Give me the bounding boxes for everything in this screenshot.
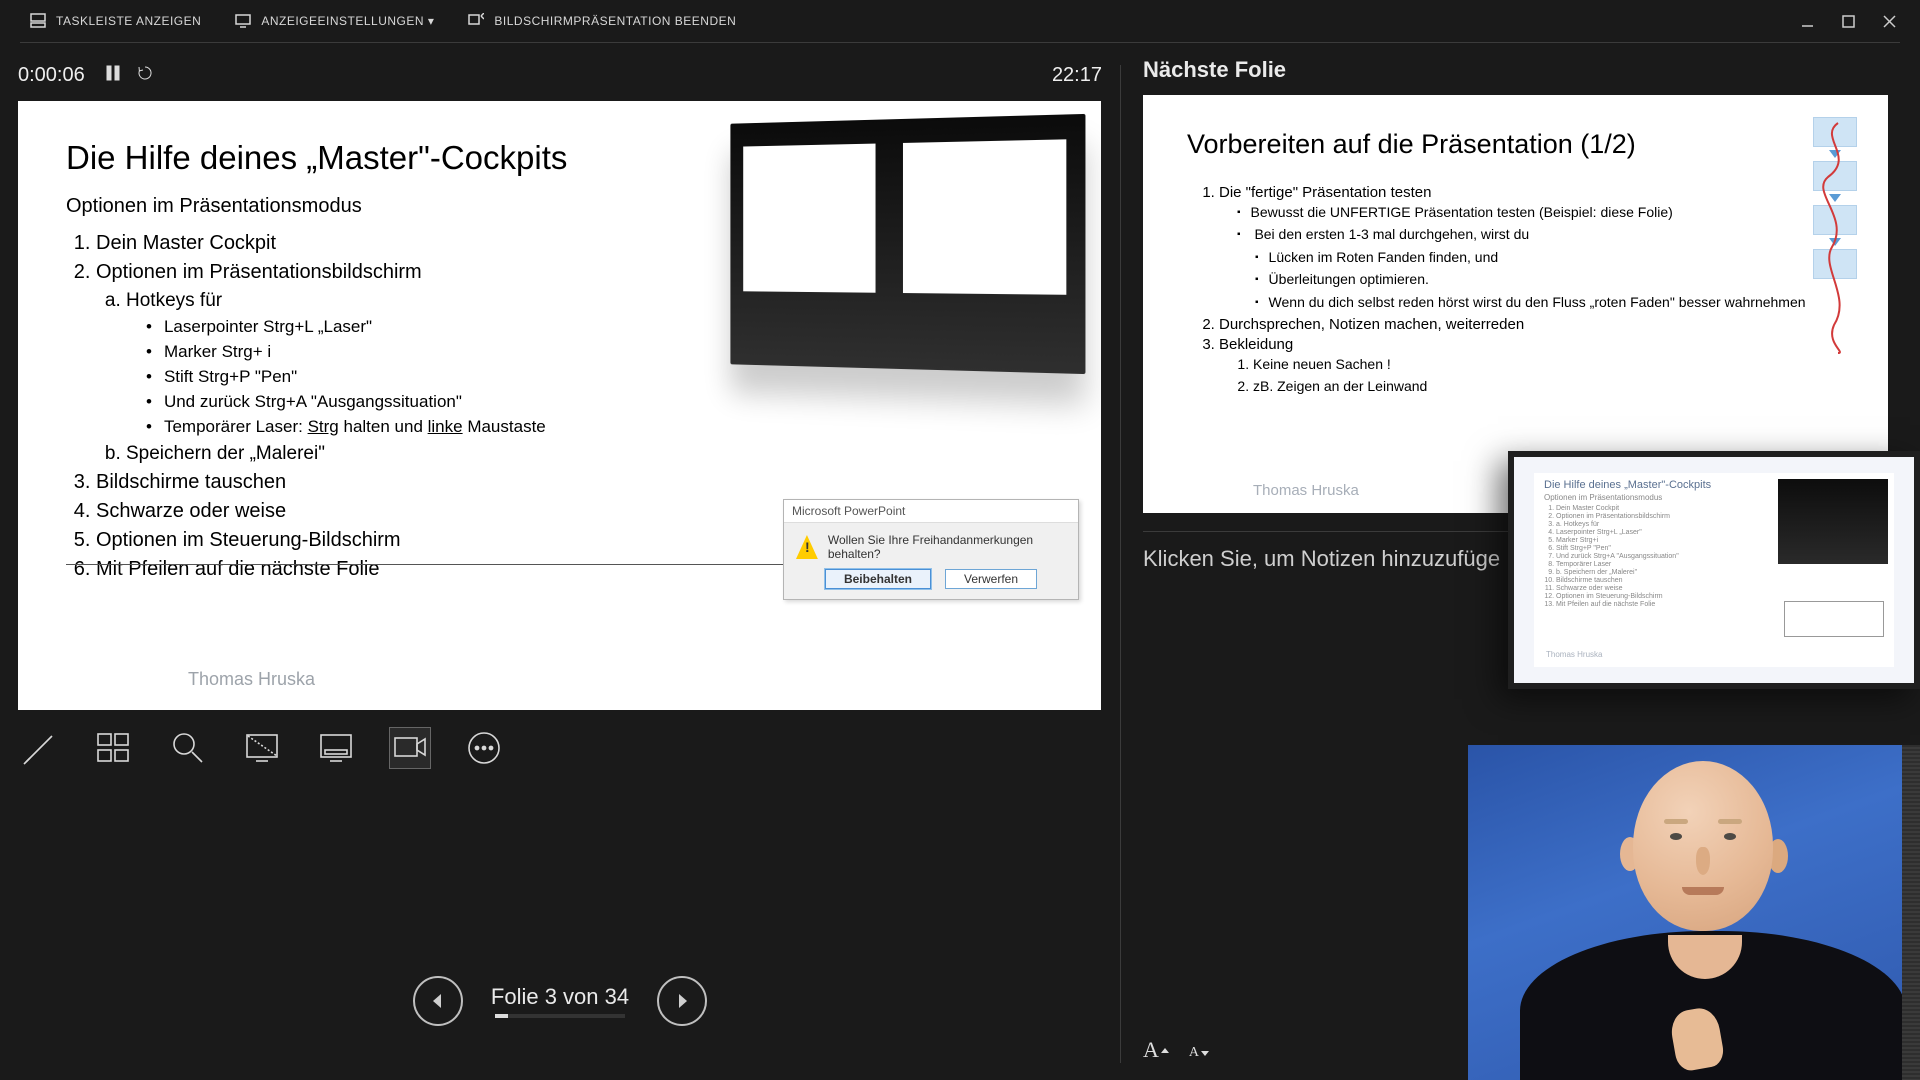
camera-tool[interactable] xyxy=(390,728,430,768)
next-slide-heading: Nächste Folie xyxy=(1143,57,1912,83)
end-presentation-label: BILDSCHIRMPRÄSENTATION BEENDEN xyxy=(494,14,736,28)
embedded-dialog: Microsoft PowerPoint Wollen Sie Ihre Fre… xyxy=(783,499,1079,600)
pause-button[interactable] xyxy=(105,64,121,87)
presenter-mirror-overlay: Die Hilfe deines „Master"-Cockpits Optio… xyxy=(1508,451,1920,689)
slide-tool-row xyxy=(18,710,1102,786)
minimize-icon[interactable] xyxy=(1801,15,1814,28)
current-slide[interactable]: Die Hilfe deines „Master"-Cockpits Optio… xyxy=(18,101,1101,710)
next-p1b: Bei den ersten 1-3 mal durchgehen, wirst… xyxy=(1237,223,1844,313)
zoom-tool[interactable] xyxy=(168,728,208,768)
show-taskbar-button[interactable]: TASKLEISTE ANZEIGEN xyxy=(18,13,223,29)
see-all-slides-tool[interactable] xyxy=(94,728,134,768)
next-p3a: Keine neuen Sachen ! xyxy=(1253,353,1844,375)
hotkey-5: Temporärer Laser: Strg halten und linke … xyxy=(146,417,1053,437)
close-icon[interactable] xyxy=(1883,15,1896,28)
callout-arrow xyxy=(66,564,806,565)
slide-counter: Folie 3 von 34 xyxy=(491,984,629,1018)
next-slide-author: Thomas Hruska xyxy=(1253,482,1359,499)
thread-graphic xyxy=(1808,117,1862,357)
display-settings-icon xyxy=(235,13,251,29)
next-p1a: Bewusst die UNFERTIGE Präsentation teste… xyxy=(1237,201,1844,223)
mirror-author: Thomas Hruska xyxy=(1546,650,1602,659)
dialog-discard-button: Verwerfen xyxy=(945,569,1037,589)
subtitle-tool[interactable] xyxy=(316,728,356,768)
end-presentation-icon xyxy=(468,13,484,29)
next-p2: Durchsprechen, Notizen machen, weiterred… xyxy=(1219,316,1844,333)
slide-author: Thomas Hruska xyxy=(188,669,315,690)
dialog-text: Wollen Sie Ihre Freihandanmerkungen beha… xyxy=(828,533,1066,561)
next-slide-title: Vorbereiten auf die Präsentation (1/2) xyxy=(1187,129,1844,160)
clock-time: 22:17 xyxy=(1052,64,1102,87)
dialog-keep-button: Beibehalten xyxy=(825,569,931,589)
black-screen-tool[interactable] xyxy=(242,728,282,768)
show-taskbar-label: TASKLEISTE ANZEIGEN xyxy=(56,14,201,28)
next-p3b: zB. Zeigen an der Leinwand xyxy=(1253,375,1844,397)
next-p1b3: Wenn du dich selbst reden hörst wirst du… xyxy=(1255,291,1844,313)
hotkey-3: Stift Strg+P "Pen" xyxy=(146,367,1053,387)
taskbar-icon xyxy=(30,13,46,29)
slide-item-2b: Speichern der „Malerei" xyxy=(126,443,1053,465)
warning-icon xyxy=(796,535,818,559)
next-slide-button[interactable] xyxy=(657,976,707,1026)
display-settings-button[interactable]: ANZEIGEEINSTELLUNGEN ▾ xyxy=(223,13,456,29)
end-presentation-button[interactable]: BILDSCHIRMPRÄSENTATION BEENDEN xyxy=(456,13,758,29)
slide-nav: Folie 3 von 34 xyxy=(18,976,1102,1026)
more-tool[interactable] xyxy=(464,728,504,768)
display-settings-label: ANZEIGEEINSTELLUNGEN ▾ xyxy=(261,14,434,28)
pen-tool[interactable] xyxy=(20,728,60,768)
top-toolbar: TASKLEISTE ANZEIGEN ANZEIGEEINSTELLUNGEN… xyxy=(0,0,1920,42)
embedded-monitor-image xyxy=(730,114,1085,374)
font-size-controls: A A xyxy=(1143,1037,1209,1063)
timer-row: 0:00:06 22:17 xyxy=(18,57,1102,93)
elapsed-time: 0:00:06 xyxy=(18,64,85,87)
window-controls xyxy=(1801,15,1902,28)
next-p1b2: Überleitungen optimieren. xyxy=(1255,268,1844,290)
webcam-feed[interactable] xyxy=(1468,745,1920,1080)
decrease-font-button[interactable]: A xyxy=(1189,1045,1209,1061)
next-p3: Bekleidung Keine neuen Sachen ! zB. Zeig… xyxy=(1219,336,1844,398)
prev-slide-button[interactable] xyxy=(413,976,463,1026)
slide-item-3: Bildschirme tauschen xyxy=(96,471,1053,494)
reset-button[interactable] xyxy=(137,64,153,87)
increase-font-button[interactable]: A xyxy=(1143,1037,1169,1063)
maximize-icon[interactable] xyxy=(1842,15,1855,28)
next-p1b1: Lücken im Roten Fanden finden, und xyxy=(1255,246,1844,268)
dialog-title: Microsoft PowerPoint xyxy=(784,500,1078,523)
next-p1: Die "fertige" Präsentation testen Bewuss… xyxy=(1219,184,1844,313)
hotkey-4: Und zurück Strg+A "Ausgangssituation" xyxy=(146,392,1053,412)
